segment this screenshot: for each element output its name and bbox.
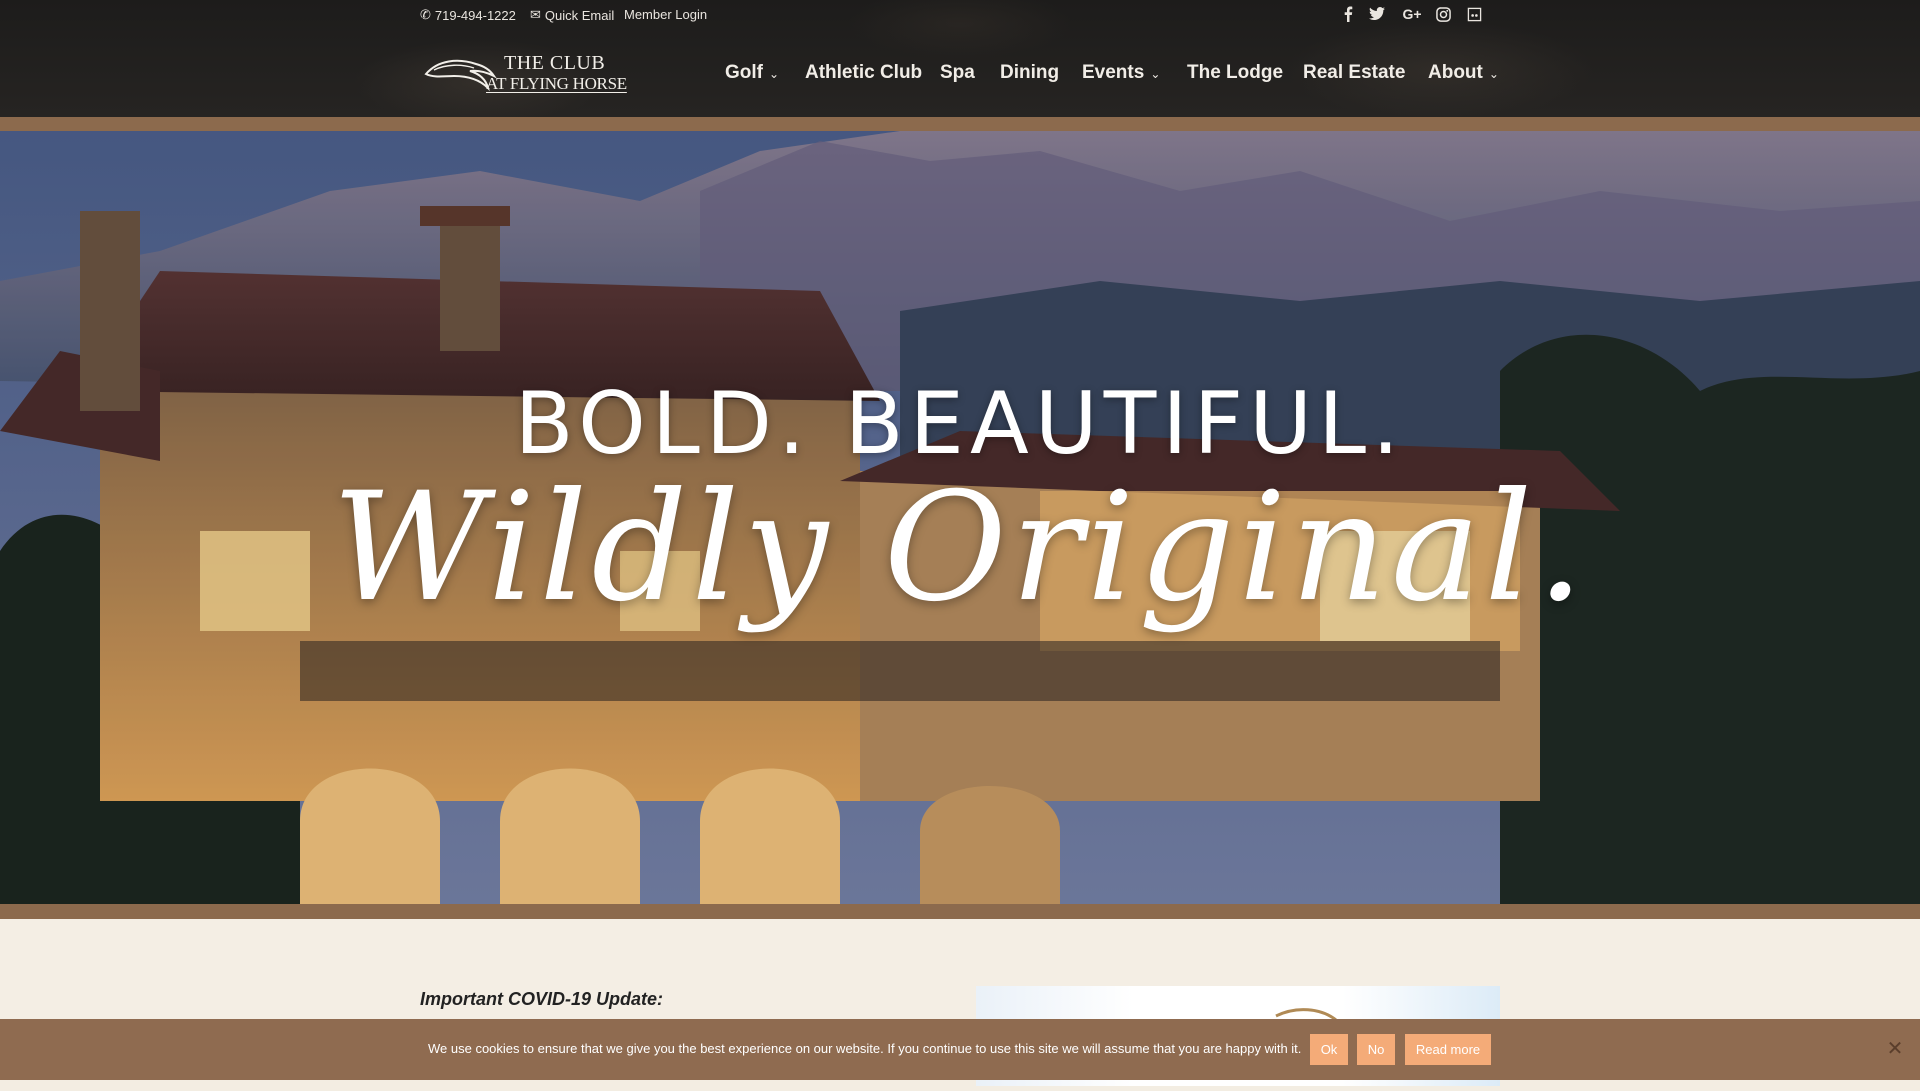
- phone-number: 719-494-1222: [434, 7, 516, 23]
- quick-email-link[interactable]: ✉ Quick Email: [530, 7, 614, 23]
- google-plus-icon[interactable]: G+: [1400, 5, 1424, 23]
- nav-label: Athletic Club: [805, 62, 923, 83]
- nav-label: Golf: [725, 62, 763, 83]
- instagram-icon[interactable]: [1434, 5, 1452, 23]
- nav-item-the-lodge[interactable]: The Lodge: [1187, 62, 1283, 84]
- top-bar: ✆ 719-494-1222 ✉ Quick Email Member Logi…: [0, 0, 1920, 32]
- member-login-link[interactable]: Member Login: [624, 7, 707, 22]
- covid-update-heading: Important COVID-19 Update:: [420, 989, 664, 1009]
- cookie-notice-bar: We use cookies to ensure that we give yo…: [0, 1019, 1920, 1080]
- nav-label: Dining: [1000, 62, 1060, 83]
- twitter-icon[interactable]: [1368, 5, 1386, 23]
- hero-accent-band: [0, 904, 1920, 919]
- phone-link[interactable]: ✆ 719-494-1222: [420, 7, 516, 23]
- cookie-notice-text: We use cookies to ensure that we give yo…: [428, 1041, 1302, 1056]
- chevron-down-icon: ⌄: [1150, 67, 1161, 81]
- quick-email-label: Quick Email: [544, 7, 615, 23]
- site-header: ✆ 719-494-1222 ✉ Quick Email Member Logi…: [0, 0, 1920, 117]
- site-logo[interactable]: THE CLUB AT FLYING HORSE: [424, 48, 627, 98]
- nav-item-real-estate[interactable]: Real Estate: [1303, 62, 1405, 84]
- envelope-icon: ✉: [530, 7, 541, 22]
- nav-item-dining[interactable]: Dining: [1000, 62, 1059, 84]
- facebook-icon[interactable]: [1339, 5, 1357, 23]
- logo-subtitle: AT FLYING HORSE: [486, 74, 627, 93]
- nav-item-spa[interactable]: Spa: [940, 62, 975, 84]
- cookie-read-more-button[interactable]: Read more: [1405, 1034, 1491, 1065]
- nav-item-golf[interactable]: Golf ⌄: [725, 62, 779, 84]
- phone-icon: ✆: [420, 7, 431, 22]
- logo-title: THE CLUB: [504, 52, 606, 74]
- member-login-label: Member Login: [624, 7, 708, 22]
- chevron-down-icon: ⌄: [1488, 67, 1499, 81]
- cookie-no-button[interactable]: No: [1357, 1034, 1395, 1065]
- nav-label: Events: [1082, 62, 1145, 83]
- chevron-down-icon: ⌄: [769, 67, 780, 81]
- nav-label: About: [1428, 62, 1483, 83]
- nav-item-about[interactable]: About ⌄: [1428, 62, 1499, 84]
- close-icon[interactable]: ✕: [1884, 1038, 1906, 1060]
- hero-headline: BOLD. BEAUTIFUL.: [514, 374, 1406, 474]
- nav-label: Spa: [940, 62, 975, 83]
- tripadvisor-icon[interactable]: [1465, 5, 1483, 23]
- header-accent-band: [0, 117, 1920, 131]
- hero-banner: BOLD. BEAUTIFUL. Wildly Original.: [0, 131, 1920, 904]
- hero-script-tagline: Wildly Original.: [331, 461, 1589, 635]
- cookie-ok-button[interactable]: Ok: [1310, 1034, 1348, 1065]
- nav-item-athletic-club[interactable]: Athletic Club: [805, 62, 922, 84]
- nav-item-events[interactable]: Events ⌄: [1082, 62, 1160, 84]
- nav-label: Real Estate: [1303, 62, 1406, 83]
- nav-label: The Lodge: [1187, 62, 1284, 83]
